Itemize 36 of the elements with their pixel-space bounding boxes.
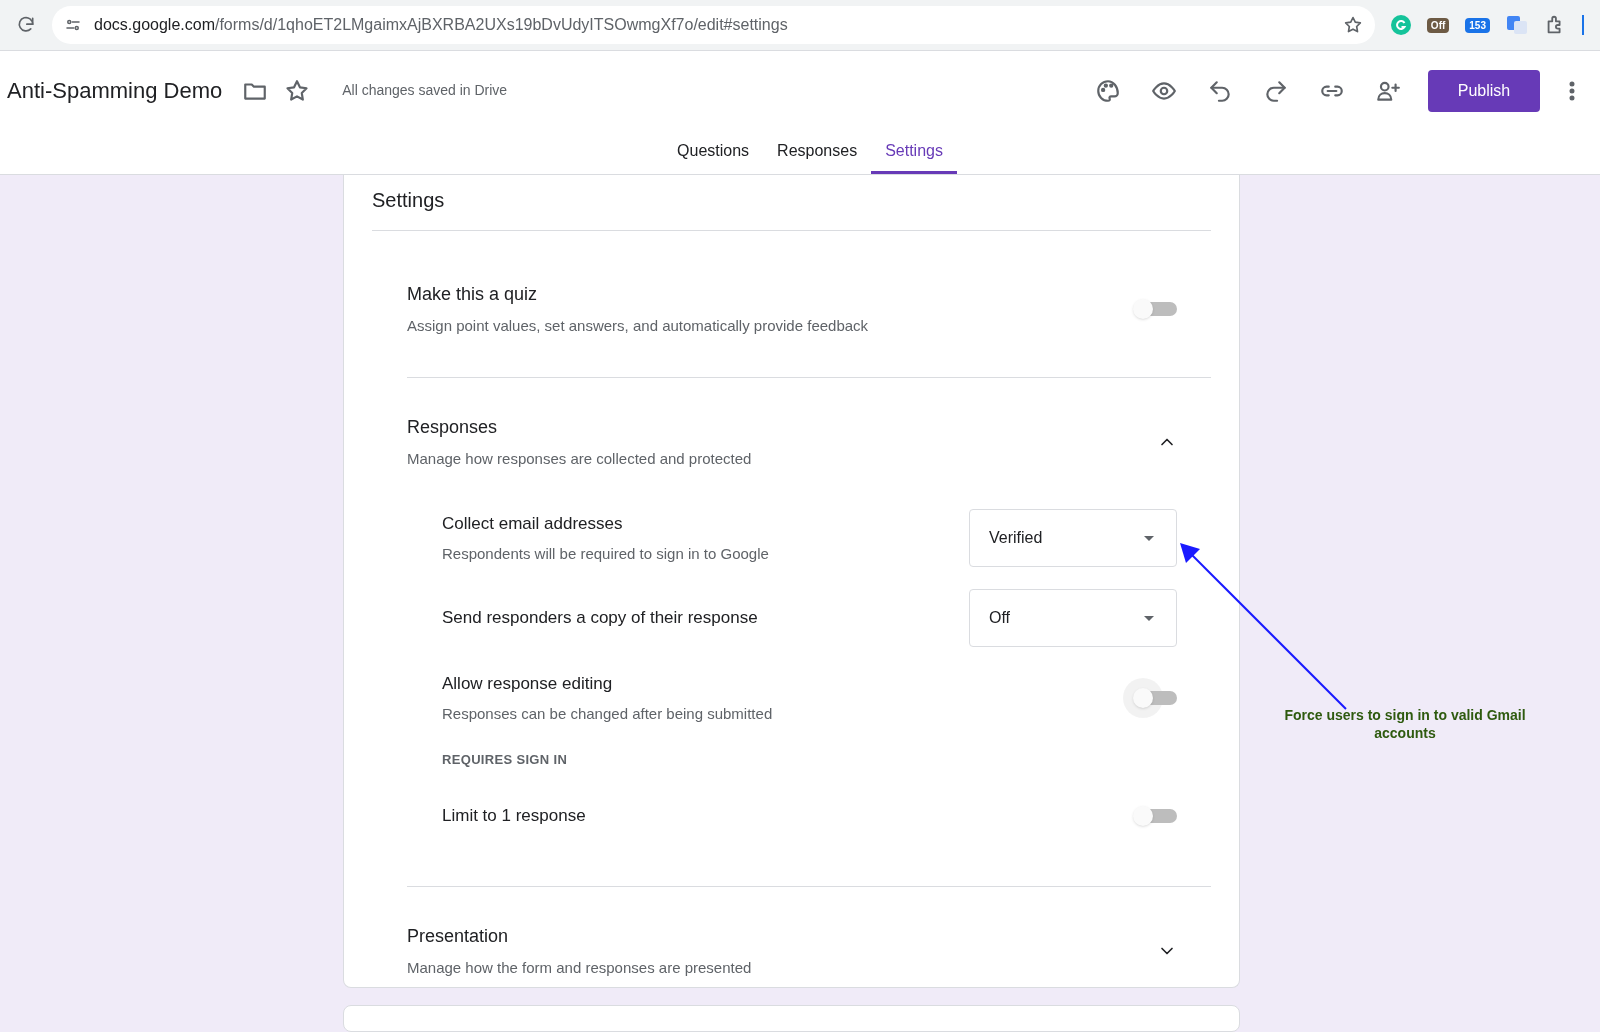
setting-label: Allow response editing [442,672,614,695]
tab[interactable]: Questions [663,130,764,174]
section-subheading: REQUIRES SIGN IN [442,751,569,769]
dropdown-value: Verified [989,528,1044,548]
annotation-text: Force users to sign in to valid Gmail accounts [1283,706,1527,742]
setting-description: Responses can be changed after being submitted [442,704,774,724]
star-icon[interactable] [284,77,311,104]
section-title: Responses [407,415,499,439]
section-title: Presentation [407,924,510,948]
caret-icon [1144,615,1154,621]
publish-button[interactable]: Publish [1428,69,1540,112]
caret-icon [1144,535,1154,541]
reload-icon[interactable] [16,15,36,35]
dropdown-field[interactable]: Off [969,589,1177,647]
dropdown-value: Off [989,608,1012,628]
url-text: docs.google.com/forms/d/1qhoET2LMgaimxAjBXRBA2UXs19bDvUdyITSOwmgXf7o/edit#settings [94,15,788,35]
extension-badge[interactable]: 153 [1465,17,1490,33]
setting-label: Collect email addresses [442,512,624,535]
star-icon[interactable] [1342,15,1363,35]
address-bar[interactable]: docs.google.com/forms/d/1qhoET2LMgaimxAjBXRBA2UXs19bDvUdyITSOwmgXf7o/edit#settings [52,6,1375,44]
settings-heading: Settings [372,188,446,213]
section-description: Assign point values, set answers, and automatically provide feedback [407,316,870,336]
setting-label: Limit to 1 response [442,804,587,827]
save-status: All changes saved in Drive [342,81,508,100]
section-description: Manage how responses are collected and protected [407,448,753,469]
section-description: Manage how the form and responses are presented [407,957,753,978]
section-title: Make this a quiz [407,283,539,306]
toggle-switch[interactable] [1123,678,1177,718]
palette-icon[interactable] [1095,77,1121,104]
setting-label: Send responders a copy of their response [442,607,759,630]
setting-description: Respondents will be required to sign in to Google [442,544,770,564]
form-title[interactable]: Anti-Spamming Demo [7,74,223,107]
dropdown-field[interactable]: Verified [969,509,1177,567]
tab[interactable]: Responses [763,130,872,174]
translate-icon[interactable] [1506,15,1528,35]
extension-badge[interactable]: Off [1426,17,1450,33]
